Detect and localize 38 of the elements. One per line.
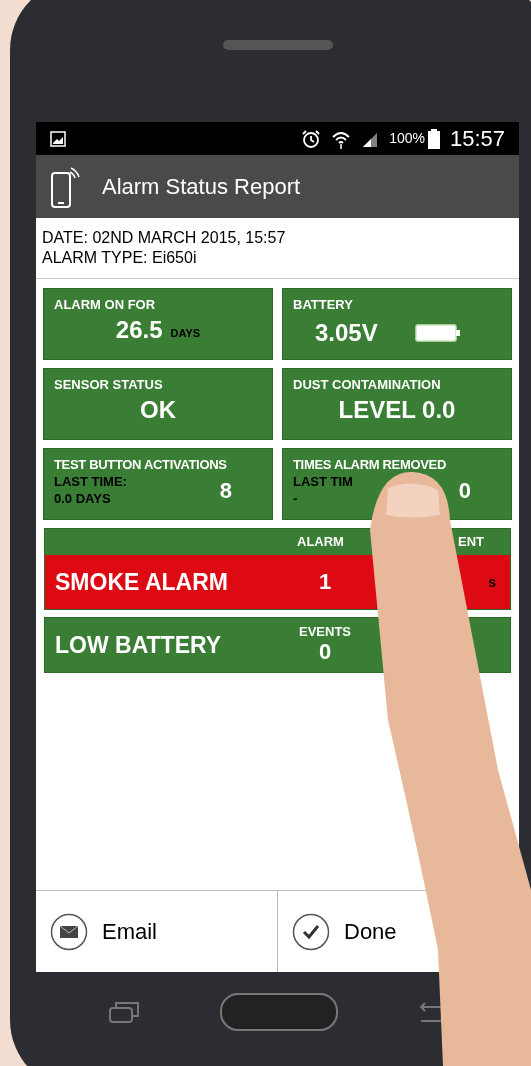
tile-sub-value: 0.0 DAYS (54, 490, 112, 507)
tile-value: 3.05V (315, 318, 378, 348)
clock-time: 15:57 (449, 125, 505, 153)
tile-value: LEVEL 0.0 (338, 395, 456, 425)
tile-sub-value: - (293, 490, 299, 507)
event-count: 1 (318, 569, 332, 595)
tile-label: TIMES ALARM REMOVED (293, 457, 447, 473)
column-header: ENT (458, 533, 484, 552)
event-cell-text: s (488, 572, 496, 592)
envelope-icon (50, 912, 88, 951)
tile-label: SENSOR STATUS (54, 377, 164, 393)
tile-sub-label: LAST TIM (293, 473, 353, 490)
tile-label: ALARM ON FOR (54, 297, 157, 313)
battery-percent: 100% (389, 129, 425, 148)
tile-label: DUST CONTAMINATION (293, 377, 442, 393)
tile-value: 8 (219, 476, 232, 505)
tile-value: 26.5 (115, 315, 163, 345)
tile-label: TEST BUTTON ACTIVATIONS (54, 457, 228, 473)
column-header: ALARM (297, 533, 344, 552)
alarm-type: ALARM TYPE: Ei650i (42, 248, 198, 268)
tile-value: 0 (458, 476, 471, 505)
image-icon (50, 130, 66, 147)
tile-unit: DAYS (170, 325, 201, 341)
recent-apps-icon (108, 1000, 140, 1024)
tile-sub-label: LAST TIME: (54, 473, 127, 490)
event-count: 0 (318, 639, 332, 665)
alarm-clock-icon (301, 128, 322, 149)
event-name: SMOKE ALARM (55, 567, 229, 597)
phone-signal-icon (50, 164, 80, 209)
tile-label: BATTERY (293, 297, 354, 313)
screen-title: Alarm Status Report (102, 173, 301, 201)
home-button[interactable] (219, 993, 338, 1031)
battery-icon (415, 324, 461, 342)
report-date: DATE: 02ND MARCH 2015, 15:57 (42, 228, 287, 248)
tile-value: OK (140, 395, 176, 425)
battery-icon (427, 128, 440, 149)
column-header: EVENTS (299, 625, 351, 639)
checkmark-icon (292, 912, 330, 951)
